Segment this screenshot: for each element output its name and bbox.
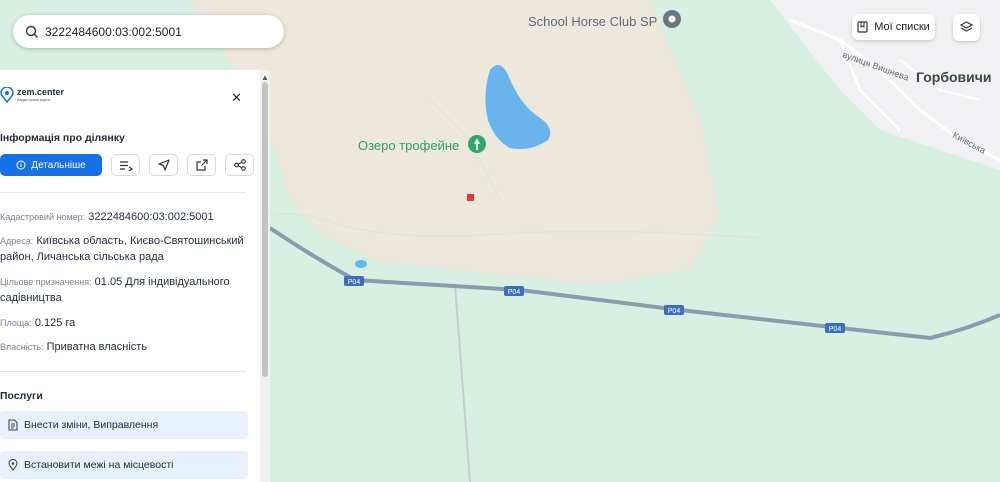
cadastral-row: Кадастровий номер: 3222484600:03:002:500…: [0, 209, 250, 225]
road-shield: P04: [825, 323, 845, 333]
open-external-button[interactable]: [187, 154, 216, 176]
parcel-info-panel: zem.center Кадастрова карта ✕ Інформація…: [0, 70, 270, 482]
service-label: Встановити межі на місцевості: [24, 459, 174, 471]
panel-scrollbar[interactable]: ▲: [260, 70, 270, 482]
logo-pin-icon: [0, 87, 14, 103]
bookmark-icon: [857, 21, 868, 33]
logo-subtitle: Кадастрова карта: [17, 97, 51, 102]
my-lists-button[interactable]: Мої списки: [852, 14, 935, 40]
scroll-up-arrow-icon[interactable]: ▲: [261, 73, 269, 82]
search-icon: [25, 25, 38, 38]
details-button[interactable]: Детальніше: [0, 154, 102, 176]
park-pin-icon[interactable]: [468, 135, 486, 153]
divider: [0, 192, 246, 193]
details-label: Детальніше: [31, 159, 86, 171]
svg-text:P04: P04: [508, 289, 521, 296]
ownership-label: Власність:: [0, 342, 44, 352]
close-icon[interactable]: ✕: [231, 91, 242, 104]
purpose-row: Цільове призначення: 01.05 Для індивідуа…: [0, 274, 250, 306]
cadastral-label: Кадастровий номер:: [0, 212, 86, 222]
document-icon: [8, 419, 18, 431]
purpose-label: Цільове призначення:: [0, 277, 92, 287]
area-row: Площа: 0.125 га: [0, 315, 250, 331]
search-input[interactable]: [45, 24, 275, 39]
road-shield: P04: [504, 286, 524, 296]
my-lists-label: Мої списки: [874, 21, 930, 33]
svg-text:P04: P04: [348, 279, 361, 286]
svg-text:P04: P04: [829, 326, 842, 333]
address-value: Київська область, Києво-Святошинський ра…: [0, 235, 244, 263]
layers-icon: [959, 21, 974, 32]
info-icon: [16, 160, 26, 170]
poi-pin-icon[interactable]: [663, 10, 681, 28]
ownership-value: Приватна власність: [46, 341, 148, 353]
search-bar[interactable]: [13, 15, 284, 48]
list-add-icon: [119, 160, 133, 171]
lake-label[interactable]: Озеро трофейне: [358, 138, 459, 153]
divider: [0, 371, 246, 372]
add-to-list-button[interactable]: [111, 154, 140, 176]
ownership-row: Власність: Приватна власність: [0, 339, 250, 355]
panel-title: Інформація про ділянку: [0, 132, 125, 144]
horse-club-label[interactable]: School Horse Club SP: [528, 14, 657, 29]
svg-text:P04: P04: [668, 308, 681, 315]
parcel-marker[interactable]: [467, 194, 474, 201]
navigation-arrow-icon: [157, 159, 170, 171]
scroll-thumb[interactable]: [262, 82, 268, 377]
action-buttons: Детальніше: [0, 154, 254, 176]
share-icon: [233, 159, 246, 171]
service-edit-button[interactable]: Внести зміни, Виправлення: [0, 411, 248, 439]
village-label[interactable]: Горбовичи: [916, 69, 992, 85]
address-row: Адреса: Київська область, Києво-Святошин…: [0, 233, 250, 265]
logo-name: zem.center: [17, 87, 65, 97]
zem-center-logo: zem.center Кадастрова карта: [0, 87, 64, 103]
navigate-button[interactable]: [149, 154, 178, 176]
area-label: Площа:: [0, 318, 32, 328]
external-link-icon: [195, 159, 208, 171]
services-title: Послуги: [0, 390, 43, 402]
service-label: Внести зміни, Виправлення: [24, 419, 159, 431]
road-shield: P04: [344, 276, 364, 286]
area-value: 0.125 га: [34, 317, 76, 329]
service-boundaries-button[interactable]: Встановити межі на місцевості: [0, 451, 248, 479]
road-shield: P04: [664, 305, 684, 315]
layers-button[interactable]: [953, 14, 980, 41]
share-button[interactable]: [225, 154, 254, 176]
address-label: Адреса:: [0, 236, 34, 246]
location-pin-icon: [8, 459, 18, 471]
cadastral-value: 3222484600:03:002:5001: [88, 211, 214, 223]
